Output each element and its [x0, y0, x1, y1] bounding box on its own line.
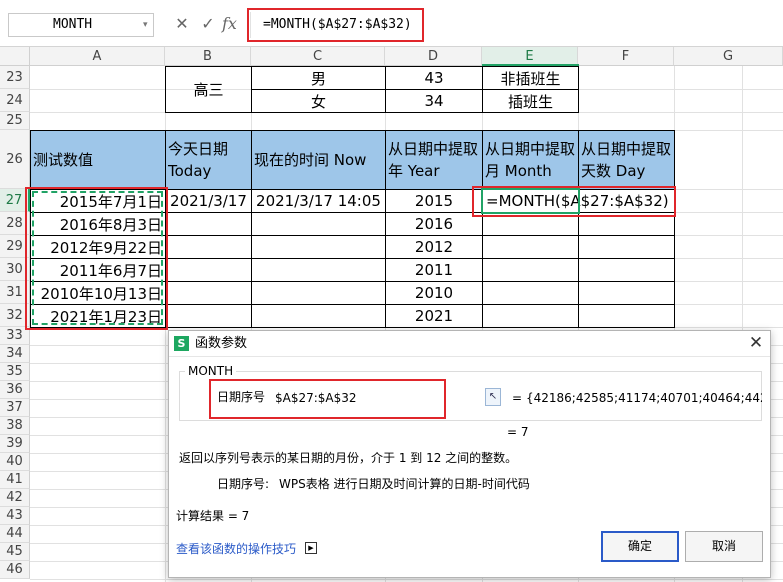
- header-day[interactable]: 从日期中提取天数 Day: [578, 130, 675, 190]
- gridline: [30, 579, 783, 580]
- calculation-result: 计算结果 = 7: [176, 509, 250, 523]
- row-header[interactable]: 41: [0, 471, 30, 489]
- header-today[interactable]: 今天日期 Today: [165, 130, 252, 190]
- argument-evaluated-value: {42186;42585;41174;40701;40464;442...: [526, 391, 762, 405]
- cell-year[interactable]: 2016: [385, 212, 483, 236]
- help-link[interactable]: 查看该函数的操作技巧: [176, 540, 296, 558]
- cell-month[interactable]: [482, 281, 579, 305]
- cell-now[interactable]: [251, 235, 386, 259]
- cell-now[interactable]: 2021/3/17 14:05: [251, 189, 386, 213]
- confirm-icon[interactable]: ✓: [197, 12, 219, 36]
- select-all-corner[interactable]: [0, 47, 30, 66]
- header-test-value[interactable]: 测试数值: [30, 130, 166, 190]
- ok-button[interactable]: 确定: [601, 531, 679, 562]
- cell-day[interactable]: [578, 304, 675, 328]
- cell-today[interactable]: [165, 258, 252, 282]
- insert-function-icon[interactable]: fx: [222, 12, 246, 36]
- edit-highlight-box: [472, 186, 676, 217]
- cell-year[interactable]: 2015: [385, 189, 483, 213]
- parameter-description: WPS表格 进行日期及时间计算的日期-时间代码: [279, 477, 530, 491]
- row-header[interactable]: 26: [0, 130, 30, 189]
- video-icon[interactable]: ▶: [305, 542, 317, 554]
- row-header[interactable]: 43: [0, 507, 30, 525]
- row-header[interactable]: 44: [0, 525, 30, 543]
- cell-month[interactable]: [482, 258, 579, 282]
- cell-today[interactable]: 2021/3/17: [165, 189, 252, 213]
- column-selection-marker: [482, 64, 579, 66]
- header-now[interactable]: 现在的时间 Now: [251, 130, 386, 190]
- cancel-button[interactable]: 取消: [685, 531, 763, 562]
- argument-equals: =: [512, 391, 523, 405]
- column-header-f[interactable]: F: [578, 47, 674, 66]
- cell-year[interactable]: 2021: [385, 304, 483, 328]
- header-year[interactable]: 从日期中提取年 Year: [385, 130, 483, 190]
- row-header[interactable]: 42: [0, 489, 30, 507]
- dialog-title: 函数参数: [195, 336, 248, 351]
- cell-student-type[interactable]: 非插班生: [482, 66, 579, 90]
- column-header-g[interactable]: G: [674, 47, 783, 66]
- close-icon[interactable]: ✕: [747, 333, 765, 353]
- cancel-icon[interactable]: ✕: [171, 12, 193, 36]
- cell-month[interactable]: [482, 235, 579, 259]
- row-header[interactable]: 24: [0, 89, 30, 112]
- cell-grade[interactable]: 高三: [165, 66, 252, 113]
- row-header[interactable]: 25: [0, 112, 30, 130]
- cell-now[interactable]: [251, 281, 386, 305]
- header-month[interactable]: 从日期中提取月 Month: [482, 130, 579, 190]
- name-box[interactable]: MONTH: [8, 13, 154, 37]
- row-header[interactable]: 38: [0, 417, 30, 435]
- function-name-label: MONTH: [185, 364, 237, 378]
- row-header[interactable]: 23: [0, 66, 30, 89]
- cell-day[interactable]: [578, 281, 675, 305]
- parameter-name: 日期序号:: [217, 477, 270, 491]
- cell-now[interactable]: [251, 258, 386, 282]
- cell-now[interactable]: [251, 304, 386, 328]
- cell-now[interactable]: [251, 212, 386, 236]
- row-header[interactable]: 36: [0, 381, 30, 399]
- row-header[interactable]: 39: [0, 435, 30, 453]
- chevron-down-icon[interactable]: ▾: [143, 14, 153, 36]
- cell-student-type[interactable]: 插班生: [482, 89, 579, 113]
- row-header[interactable]: 45: [0, 543, 30, 561]
- cell-count[interactable]: 43: [385, 66, 483, 90]
- row-header[interactable]: 35: [0, 363, 30, 381]
- cell-gender[interactable]: 男: [251, 66, 386, 90]
- formula-highlight-box: [247, 8, 424, 42]
- cell-gender[interactable]: 女: [251, 89, 386, 113]
- cell-count[interactable]: 34: [385, 89, 483, 113]
- column-header-a[interactable]: A: [30, 47, 165, 66]
- cell-month[interactable]: [482, 304, 579, 328]
- column-header-d[interactable]: D: [385, 47, 482, 66]
- dialog-titlebar[interactable]: [169, 331, 770, 357]
- row-header[interactable]: 46: [0, 561, 30, 579]
- cell-day[interactable]: [578, 235, 675, 259]
- range-highlight-box: [25, 187, 168, 330]
- collapse-dialog-icon[interactable]: ↖: [485, 388, 501, 406]
- column-header-c[interactable]: C: [251, 47, 385, 66]
- cell-today[interactable]: [165, 281, 252, 305]
- cell-year[interactable]: 2011: [385, 258, 483, 282]
- argument-input-tail[interactable]: [469, 387, 485, 409]
- cell-year[interactable]: 2010: [385, 281, 483, 305]
- cell-today[interactable]: [165, 212, 252, 236]
- row-header[interactable]: 37: [0, 399, 30, 417]
- argument-highlight-box: [209, 379, 446, 419]
- wps-logo-icon: S: [174, 336, 189, 351]
- cell-day[interactable]: [578, 258, 675, 282]
- cell-today[interactable]: [165, 235, 252, 259]
- row-header[interactable]: 34: [0, 345, 30, 363]
- function-arguments-dialog: S 函数参数 ✕ MONTH 日期序号 $A$27:$A$32 ↖ = {421…: [168, 330, 771, 578]
- cell-today[interactable]: [165, 304, 252, 328]
- function-result-preview: = 7: [507, 425, 529, 439]
- function-description: 返回以序列号表示的某日期的月份，介于 1 到 12 之间的整数。: [179, 451, 518, 465]
- row-header[interactable]: 40: [0, 453, 30, 471]
- cell-year[interactable]: 2012: [385, 235, 483, 259]
- column-header-b[interactable]: B: [165, 47, 251, 66]
